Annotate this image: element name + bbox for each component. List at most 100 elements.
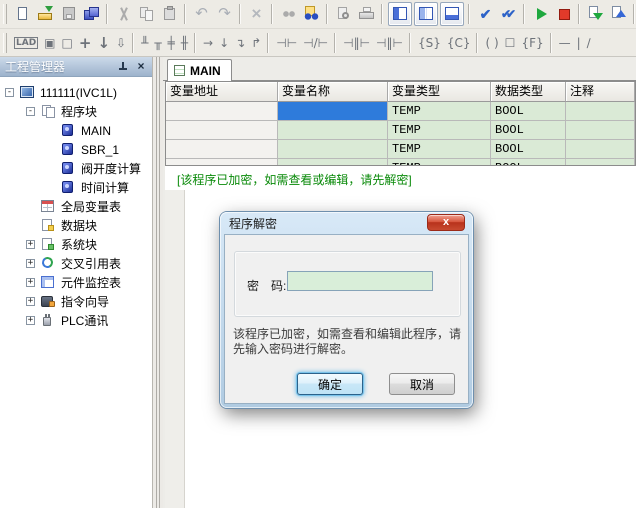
cell-variable-type[interactable]: TEMP xyxy=(388,140,491,159)
tree-item-valve-opening-calc[interactable]: 阀开度计算 xyxy=(0,159,152,178)
tree-item-program-blocks[interactable]: - 程序块 xyxy=(0,102,152,121)
contact-nc-button[interactable]: ⊣/⊢ xyxy=(300,32,331,54)
cell-variable-name[interactable] xyxy=(278,121,388,140)
toggle-project-manager-button[interactable] xyxy=(388,2,412,26)
toggle-info-window-button[interactable] xyxy=(414,2,438,26)
ladder-merge-button[interactable]: ╪ xyxy=(165,32,178,54)
column-header[interactable]: 数据类型 xyxy=(491,82,566,102)
stop-button[interactable] xyxy=(553,3,574,25)
download-button[interactable] xyxy=(585,3,606,25)
cell-comment[interactable] xyxy=(566,140,635,159)
print-button[interactable] xyxy=(356,3,377,25)
tree-item-time-calc[interactable]: 时间计算 xyxy=(0,178,152,197)
password-input[interactable] xyxy=(287,271,433,291)
cell-variable-type[interactable]: TEMP xyxy=(388,102,491,121)
tree-item-global-var-table[interactable]: 全局变量表 xyxy=(0,197,152,216)
panel-close-icon[interactable]: × xyxy=(135,61,147,73)
tree-item-project-root[interactable]: - 111111(IVC1L) xyxy=(0,83,152,102)
cell-variable-address[interactable] xyxy=(166,140,278,159)
arrow-down-hollow-button[interactable]: ⇩ xyxy=(113,32,129,54)
save-button[interactable] xyxy=(58,3,79,25)
cell-variable-address[interactable] xyxy=(166,121,278,140)
tree-expander[interactable]: - xyxy=(5,88,14,97)
function-instruction-button[interactable]: {F} xyxy=(518,32,546,54)
print-preview-button[interactable] xyxy=(333,3,354,25)
find-in-project-button[interactable] xyxy=(301,3,322,25)
tree-expander[interactable] xyxy=(46,145,55,154)
cell-variable-name[interactable] xyxy=(278,140,388,159)
cell-variable-name[interactable] xyxy=(278,159,388,166)
tree-expander[interactable]: - xyxy=(26,107,35,116)
line-down-button[interactable]: ↓ xyxy=(216,32,232,54)
compile-all-button[interactable] xyxy=(498,3,519,25)
cell-variable-address[interactable] xyxy=(166,102,278,121)
cell-data-type[interactable]: BOOL xyxy=(491,159,566,166)
column-header[interactable]: 注释 xyxy=(566,82,635,102)
cell-variable-name[interactable] xyxy=(278,102,388,121)
horizontal-line-button[interactable]: — xyxy=(556,32,574,54)
contact-no-button[interactable]: ⊣⊢ xyxy=(273,32,300,54)
table-row[interactable]: TEMP BOOL xyxy=(166,102,635,121)
cell-variable-type[interactable]: TEMP xyxy=(388,121,491,140)
tree-expander[interactable] xyxy=(46,126,55,135)
tree-item-data-block[interactable]: 数据块 xyxy=(0,216,152,235)
tree-expander[interactable] xyxy=(46,164,55,173)
redo-button[interactable] xyxy=(214,3,235,25)
tab-main[interactable]: MAIN xyxy=(167,59,232,81)
instruction-box-button[interactable]: ☐ xyxy=(502,32,519,54)
line-down-right-button[interactable]: ↴ xyxy=(232,32,248,54)
empty-box-button[interactable]: □ xyxy=(59,32,76,54)
cell-data-type[interactable]: BOOL xyxy=(491,140,566,159)
ladder-parallel-button[interactable]: ╫ xyxy=(178,32,191,54)
toggle-output-window-button[interactable] xyxy=(440,2,464,26)
compile-button[interactable] xyxy=(475,3,496,25)
table-row[interactable]: TEMP BOOL xyxy=(166,159,635,166)
tree-expander[interactable]: + xyxy=(26,259,35,268)
cell-variable-address[interactable] xyxy=(166,159,278,166)
tree-expander[interactable] xyxy=(26,221,35,230)
tree-item-cross-reference-table[interactable]: + 交叉引用表 xyxy=(0,254,152,273)
coil-button[interactable]: ( ) xyxy=(482,32,501,54)
tree-item-main[interactable]: MAIN xyxy=(0,121,152,140)
insert-network-button[interactable]: ▣ xyxy=(41,32,58,54)
crosshair-cursor-button[interactable]: + xyxy=(76,32,95,54)
table-row[interactable]: TEMP BOOL xyxy=(166,140,635,159)
tree-item-sbr1[interactable]: SBR_1 xyxy=(0,140,152,159)
cell-data-type[interactable]: BOOL xyxy=(491,102,566,121)
tree-item-plc-communication[interactable]: + PLC通讯 xyxy=(0,311,152,330)
upload-button[interactable] xyxy=(608,3,629,25)
tree-expander[interactable]: + xyxy=(26,316,35,325)
contact-rising-button[interactable]: ⊣‖⊢ xyxy=(340,32,373,54)
cell-data-type[interactable]: BOOL xyxy=(491,121,566,140)
tree-item-element-monitor-table[interactable]: + 元件监控表 xyxy=(0,273,152,292)
tree-expander[interactable]: + xyxy=(26,240,35,249)
panel-splitter[interactable] xyxy=(152,57,163,508)
cut-button[interactable] xyxy=(113,3,134,25)
table-row[interactable]: TEMP BOOL xyxy=(166,121,635,140)
line-up-right-button[interactable]: ↱ xyxy=(248,32,264,54)
delete-button[interactable] xyxy=(246,3,267,25)
tree-expander[interactable] xyxy=(26,202,35,211)
cell-comment[interactable] xyxy=(566,159,635,166)
pin-icon[interactable] xyxy=(117,61,129,73)
ok-button[interactable]: 确定 xyxy=(297,373,363,395)
line-right-button[interactable]: → xyxy=(200,32,216,54)
set-instruction-button[interactable]: {S} xyxy=(415,32,444,54)
tree-expander[interactable] xyxy=(46,183,55,192)
column-header[interactable]: 变量类型 xyxy=(388,82,491,102)
vertical-line-button[interactable]: | xyxy=(574,32,584,54)
ladder-branch-down-button[interactable]: ╥ xyxy=(151,32,164,54)
cell-comment[interactable] xyxy=(566,121,635,140)
paste-button[interactable] xyxy=(159,3,180,25)
save-all-button[interactable] xyxy=(81,3,102,25)
new-file-button[interactable] xyxy=(12,3,33,25)
run-button[interactable] xyxy=(530,3,551,25)
cell-variable-type[interactable]: TEMP xyxy=(388,159,491,166)
column-header[interactable]: 变量地址 xyxy=(166,82,278,102)
ladder-branch-up-button[interactable]: ╨ xyxy=(138,32,151,54)
clear-instruction-button[interactable]: {C} xyxy=(444,32,474,54)
tree-expander[interactable]: + xyxy=(26,297,35,306)
cancel-button[interactable]: 取消 xyxy=(389,373,455,395)
lad-mode-button[interactable]: LAD xyxy=(11,32,41,54)
tree-expander[interactable]: + xyxy=(26,278,35,287)
